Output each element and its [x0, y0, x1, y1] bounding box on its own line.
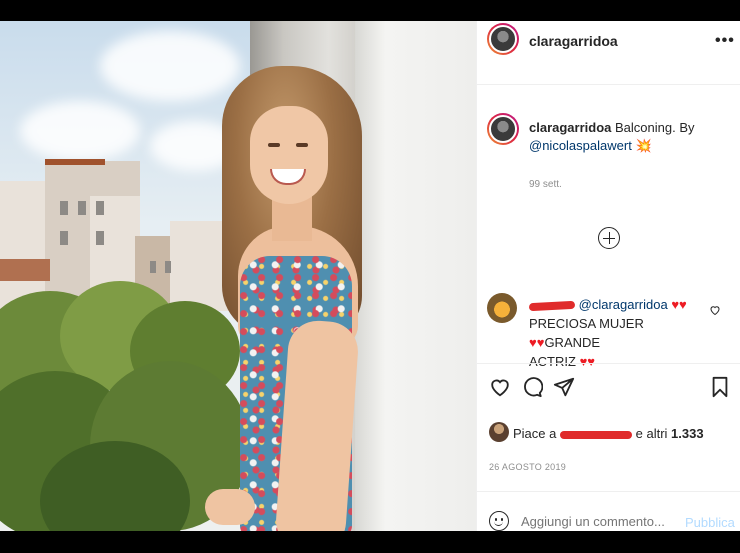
heart-emoji-icon: ♥♥ — [671, 297, 687, 312]
post-photo[interactable] — [0, 21, 476, 531]
post-sidebar: claragarridoa ••• claragarridoa Balconin… — [476, 21, 740, 531]
paper-plane-icon[interactable] — [553, 376, 575, 398]
window — [165, 261, 171, 273]
window — [60, 201, 68, 215]
speech-bubble-icon[interactable] — [521, 376, 543, 398]
comment-text-1: PRECIOSA MUJER — [529, 316, 644, 331]
comment-text-2: GRANDE — [544, 335, 601, 350]
likes-prefix: Piace a — [513, 426, 557, 441]
comment: @claragarridoa ♥♥ PRECIOSA MUJER ♥♥GRAND… — [528, 295, 704, 371]
likes-suffix: e altri — [635, 426, 668, 441]
divider — [477, 363, 740, 364]
commenter-avatar[interactable] — [487, 293, 517, 323]
window — [96, 231, 104, 245]
arm — [274, 318, 360, 531]
roof — [0, 259, 50, 281]
explosion-icon: 💥 — [635, 138, 652, 153]
eye — [268, 143, 280, 147]
comment-mention[interactable]: @claragarridoa — [579, 297, 668, 312]
window — [96, 201, 104, 215]
likes-summary[interactable]: Piace a e altri 1.333 — [513, 426, 704, 441]
more-options-icon[interactable]: ••• — [715, 32, 735, 50]
bottom-letterbox — [0, 531, 740, 553]
face — [250, 106, 328, 204]
avatar[interactable] — [487, 23, 519, 55]
emoji-icon[interactable] — [489, 511, 509, 531]
comment-text-3: ACTRIZ — [529, 354, 576, 369]
caption-username[interactable]: claragarridoa — [529, 120, 611, 135]
publish-button[interactable]: Pubblica — [685, 515, 735, 530]
comment-input[interactable] — [521, 514, 671, 529]
window — [60, 231, 68, 245]
header-username[interactable]: claragarridoa — [529, 33, 618, 49]
cloud — [20, 101, 140, 161]
heart-outline-icon[interactable] — [489, 376, 511, 398]
wall — [355, 21, 476, 531]
window — [78, 201, 86, 215]
roof — [45, 159, 105, 165]
caption-mention[interactable]: @nicolaspalawert — [529, 138, 632, 153]
window — [150, 261, 156, 273]
cloud — [100, 31, 240, 101]
comment-like-icon[interactable] — [709, 304, 721, 316]
eye — [296, 143, 308, 147]
caption: claragarridoa Balconing. By @nicolaspala… — [529, 119, 729, 155]
plus-circle-icon[interactable] — [598, 227, 620, 249]
redacted-username — [528, 300, 576, 311]
caption-text: Balconing. By — [615, 120, 695, 135]
top-letterbox — [0, 0, 740, 21]
likes-count[interactable]: 1.333 — [671, 426, 704, 441]
heart-emoji-icon: ♥♥ — [579, 354, 596, 369]
redacted-liker — [560, 430, 632, 439]
hand — [205, 489, 255, 525]
bookmark-icon[interactable] — [709, 376, 731, 398]
heart-emoji-icon: ♥♥ — [529, 335, 545, 350]
post-date[interactable]: 26 AGOSTO 2019 — [489, 462, 566, 472]
caption-avatar[interactable] — [487, 113, 519, 145]
post-header: claragarridoa ••• — [477, 21, 740, 85]
divider — [477, 491, 740, 492]
liker-avatar[interactable] — [489, 422, 509, 442]
caption-timestamp[interactable]: 99 sett. — [529, 179, 562, 190]
